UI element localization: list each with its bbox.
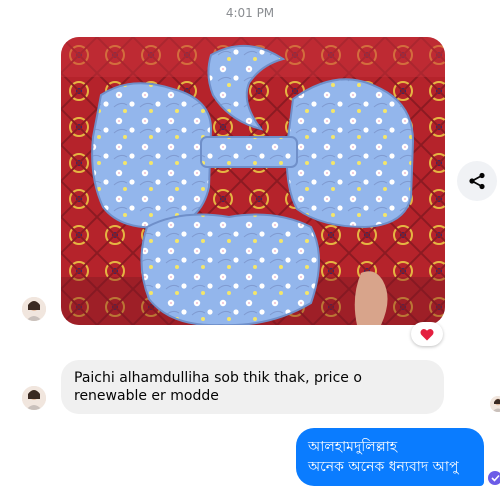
message-timestamp: 4:01 PM xyxy=(225,6,275,20)
read-receipt-avatar xyxy=(490,396,500,412)
sender-avatar[interactable] xyxy=(22,386,46,410)
photo-message[interactable] xyxy=(61,37,445,325)
delivered-check-icon xyxy=(488,471,500,485)
outgoing-message-bubble[interactable]: আলহামদুলিল্লাহ অনেক অনেক ধন্যবাদ আপু xyxy=(296,428,484,486)
sender-avatar[interactable] xyxy=(22,297,46,321)
share-button[interactable] xyxy=(457,161,497,201)
outgoing-message-line: আলহামদুলিল্লাহ xyxy=(308,439,398,455)
incoming-message-bubble[interactable]: Paichi alhamdulliha sob thik thak, price… xyxy=(61,360,444,414)
share-icon xyxy=(469,172,485,190)
heart-icon xyxy=(420,328,434,340)
heart-reaction[interactable] xyxy=(411,322,443,346)
outgoing-message-line: অনেক অনেক ধন্যবাদ আপু xyxy=(308,459,459,475)
incoming-message-text: Paichi alhamdulliha sob thik thak, price… xyxy=(74,370,362,404)
